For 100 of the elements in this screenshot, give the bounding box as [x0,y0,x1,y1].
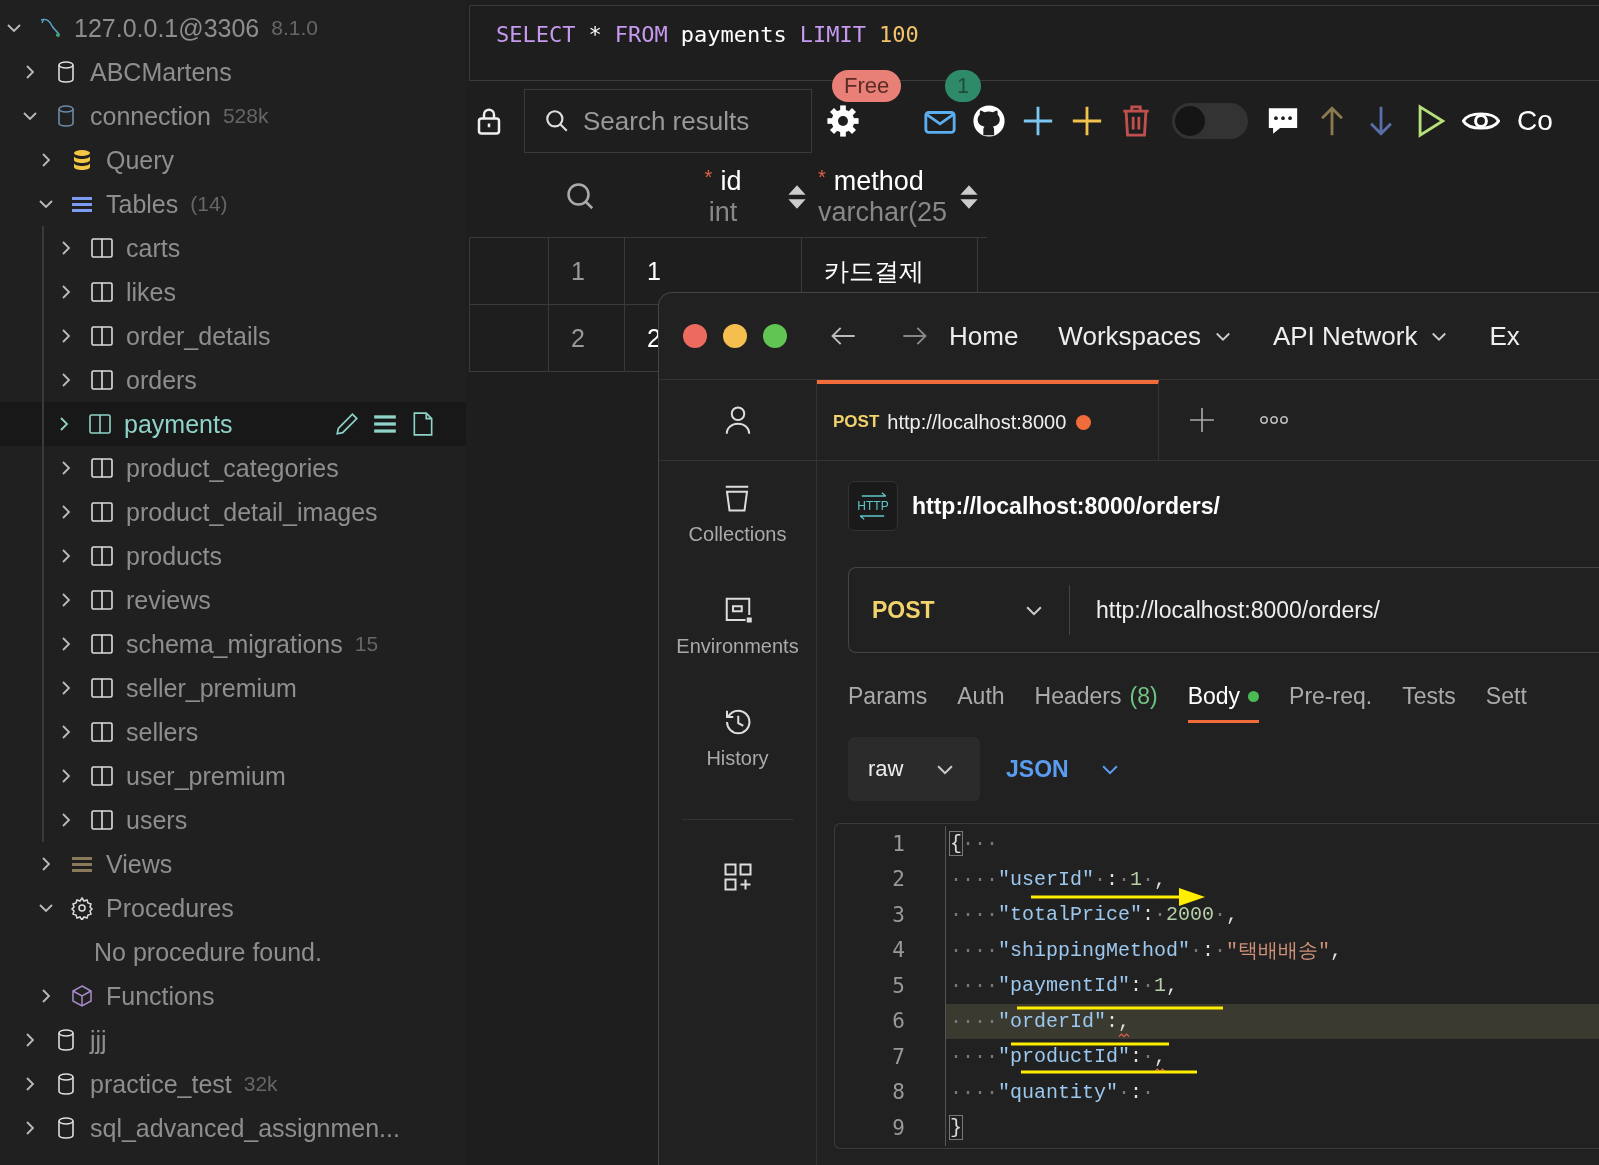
tree-item[interactable]: payments [0,402,466,446]
whitespace-marker: ···· [950,974,998,998]
pencil-icon[interactable] [334,411,360,437]
tree-item[interactable]: Tables (14) [0,182,466,226]
tree-item[interactable]: schema_migrations 15 [42,622,466,666]
tree-item[interactable]: likes [42,270,466,314]
zoom-button[interactable] [763,324,787,348]
line-number: 4 [891,938,905,963]
column-type: varchar(25 [818,197,949,228]
method-select[interactable]: POST [849,585,1070,635]
row-number: 2 [549,305,625,371]
request-section-tab[interactable]: Headers (8) [1034,683,1158,723]
code-token: , [1330,938,1343,962]
gear-icon[interactable] [826,104,860,138]
github-icon[interactable] [972,104,1006,138]
add-icon[interactable] [1021,104,1055,138]
tree-item[interactable]: order_details [42,314,466,358]
table-icon [90,632,114,656]
request-section-tab[interactable]: Body [1187,683,1260,723]
tree-item[interactable]: practice_test 32k [0,1062,466,1106]
item-meta: 32k [243,1072,278,1096]
request-tab[interactable]: POST http://localhost:8000 [817,380,1159,460]
body-type-select[interactable]: raw [848,737,980,801]
tree-item[interactable]: ABCMartens [0,50,466,94]
toolbar-label[interactable]: Co [1517,105,1553,137]
whitespace-marker: · [1142,867,1155,891]
whitespace-marker: · [1118,1080,1131,1104]
table-icon [90,368,114,392]
search-icon[interactable] [566,182,596,212]
line-number: 9 [891,1115,905,1140]
row-header-cell[interactable] [469,305,549,371]
toggle-switch[interactable] [1172,103,1248,139]
search-field[interactable]: Search results [524,89,812,153]
tree-item[interactable]: jjj [0,1018,466,1062]
tree-item[interactable]: sellers [42,710,466,754]
tree-item[interactable]: Procedures [0,886,466,930]
row-header-cell[interactable] [469,238,549,304]
request-section-tab[interactable]: Pre-req. [1289,683,1373,723]
item-meta: 8.1.0 [271,16,318,40]
more-icon[interactable] [1259,414,1289,426]
column-header[interactable]: method [833,166,924,196]
code-token: "shippingMethod" [998,938,1191,962]
tree-item[interactable]: product_detail_images [42,490,466,534]
tree-item[interactable]: sql_advanced_assignmen... [0,1106,466,1150]
cube-icon [70,984,94,1008]
sidebar-tab[interactable]: Environments [676,595,799,685]
code-token: , [1226,903,1239,927]
tree-item[interactable]: user_premium [42,754,466,798]
required-mark-icon: * [818,166,826,188]
close-button[interactable] [683,324,707,348]
code-token: : [1106,867,1119,891]
language-select[interactable]: JSON [1000,754,1127,784]
sidebar-tab[interactable]: History [706,707,769,797]
request-section-tab[interactable]: Params [848,683,928,723]
column-header[interactable]: id [720,166,742,196]
whitespace-marker: ···· [950,1080,998,1104]
whitespace-marker: ···· [950,938,998,962]
table-icon [90,280,114,304]
url-field[interactable]: http://localhost:8000/orders/ [1094,595,1599,625]
line-number: 7 [891,1044,905,1069]
whitespace-marker: ···· [950,867,998,891]
whitespace-marker: ···· [950,1045,998,1069]
sort-icon[interactable] [786,183,808,211]
table-icon [90,676,114,700]
tree-item[interactable]: connection 528k [0,94,466,138]
table-cell-text: 카드결제 [824,255,924,287]
tree-item[interactable]: Query [0,138,466,182]
sort-icon[interactable] [958,183,980,211]
nav-menu[interactable]: Ex [1489,320,1520,352]
request-section-tab[interactable]: Tests [1402,683,1456,723]
code-token: : [1130,1045,1143,1069]
dolphin-icon [38,16,62,40]
add-icon[interactable] [1189,407,1215,433]
tree-item[interactable]: 127.0.0.1@3306 8.1.0 [0,6,466,50]
tree-item[interactable]: reviews [42,578,466,622]
request-section-tab[interactable]: Auth [957,683,1005,723]
whitespace-marker: · [1142,1080,1155,1104]
tree-item[interactable]: products [42,534,466,578]
nav-menu[interactable]: Workspaces [1058,320,1233,352]
tree-item[interactable]: users [42,798,466,842]
request-section-tab[interactable]: Sett [1485,683,1527,723]
code-token: } [950,1116,962,1140]
apps-icon[interactable] [722,862,753,892]
code-token: : [1106,1009,1119,1033]
whitespace-marker: · [1214,938,1227,962]
tree-item[interactable]: product_categories [42,446,466,490]
tree-item[interactable]: Functions [0,974,466,1018]
item-meta: 528k [222,104,269,128]
add-icon[interactable] [1070,104,1104,138]
code-editor[interactable]: 1 {··· 2 ····"userId"·:·1·, 3 ····"totalPrice":·2000·, 4 ····"shippingMethod"·:·"택배배송", 5 ····"paymentId":·1, 6 ····"orderId":, 7 ····"productId":·, 8 ····"quantity"·:· 9 } [834,823,1599,1149]
sidebar-tab[interactable]: Collections [688,483,787,573]
tree-item[interactable]: carts [42,226,466,270]
tree-item[interactable]: Views [0,842,466,886]
minimize-button[interactable] [723,324,747,348]
table-icon [88,412,112,436]
nav-menu[interactable]: API Network [1272,320,1450,352]
request-title[interactable]: http://localhost:8000/orders/ [912,492,1220,520]
code-token: 1 [1130,867,1143,891]
nav-menu[interactable]: Home [949,320,1019,352]
tree-item[interactable]: seller_premium [42,666,466,710]
